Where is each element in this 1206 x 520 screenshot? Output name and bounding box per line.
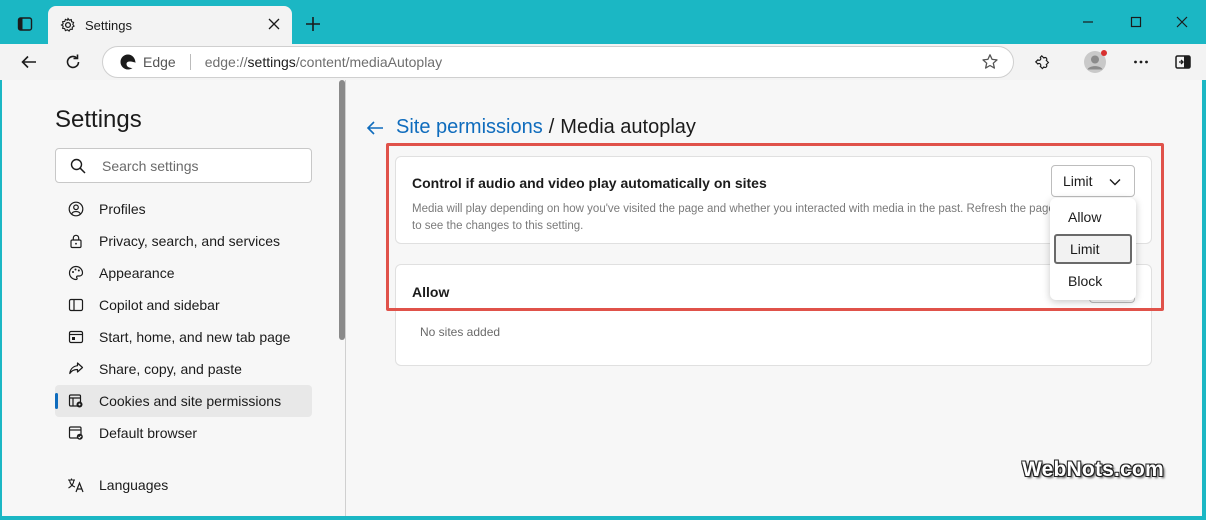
sidebar-divider (345, 80, 346, 516)
dropdown-option-block[interactable]: Block (1054, 266, 1132, 296)
sidebar-toggle-icon (1174, 53, 1192, 71)
arrow-left-icon (20, 53, 38, 71)
lock-icon (67, 232, 85, 250)
autoplay-dropdown-menu: Allow Limit Block (1050, 198, 1136, 300)
edge-logo-icon (119, 53, 137, 71)
sidebar-item-appearance[interactable]: Appearance (55, 257, 312, 289)
maximize-button[interactable] (1116, 8, 1156, 36)
url-text: edge://settings/content/mediaAutoplay (205, 54, 442, 70)
close-tab-icon[interactable] (266, 16, 282, 32)
autoplay-description: Media will play depending on how you've … (412, 203, 1055, 232)
close-window-button[interactable] (1162, 8, 1202, 36)
share-icon (67, 360, 85, 378)
chevron-down-icon (1108, 175, 1122, 189)
plus-icon (305, 16, 321, 32)
browser-icon (67, 424, 85, 442)
sidebar-item-start-home[interactable]: Start, home, and new tab page (55, 321, 312, 353)
sidebar-item-languages[interactable]: Languages (55, 469, 312, 501)
allow-heading: Allow (412, 284, 450, 300)
dropdown-option-allow[interactable]: Allow (1054, 202, 1132, 232)
minimize-icon (1082, 16, 1094, 28)
breadcrumb: Site permissions / Media autoplay (364, 116, 696, 139)
breadcrumb-separator: / (548, 116, 555, 138)
refresh-button[interactable] (58, 48, 88, 76)
cookies-icon (67, 392, 85, 410)
sidebar-item-label: Privacy, search, and services (99, 233, 281, 249)
autoplay-select-value: Limit (1063, 173, 1093, 189)
tab-settings[interactable]: Settings (48, 6, 292, 44)
autoplay-select[interactable]: Limit (1051, 165, 1135, 197)
sidebar-title: Settings (55, 106, 142, 133)
more-options-button[interactable] (1126, 48, 1156, 76)
profile-icon (67, 200, 85, 218)
sidebar-item-label: Cookies and site permissions (99, 393, 282, 409)
more-icon (1132, 53, 1150, 71)
card-divider (396, 309, 1153, 310)
profile-button[interactable] (1080, 48, 1110, 76)
url-host: settings (247, 54, 296, 70)
address-bar[interactable]: Edge edge://settings/content/mediaAutopl… (102, 46, 1014, 78)
sidebar-item-label: Start, home, and new tab page (99, 329, 291, 345)
extensions-button[interactable] (1028, 48, 1058, 76)
puzzle-icon (1034, 53, 1052, 71)
copilot-sidebar-button[interactable] (1168, 48, 1198, 76)
home-icon (67, 328, 85, 346)
sidebar-item-label: Appearance (99, 265, 175, 281)
watermark-logo: WebNots.com (1022, 458, 1164, 481)
sidebar-item-cookies[interactable]: Cookies and site permissions (55, 385, 312, 417)
settings-sidebar: Settings Search settings Profiles Privac… (2, 80, 338, 516)
settings-nav: Profiles Privacy, search, and services A… (55, 193, 312, 501)
search-placeholder: Search settings (102, 157, 199, 174)
dropdown-option-limit[interactable]: Limit (1054, 234, 1132, 264)
gear-icon (60, 17, 76, 33)
sidebar-item-default-browser[interactable]: Default browser (55, 417, 312, 449)
url-path: /content/mediaAutoplay (295, 54, 443, 70)
maximize-icon (1130, 16, 1142, 28)
new-tab-button[interactable] (300, 12, 326, 36)
sidebar-item-label: Default browser (99, 425, 198, 441)
sidebar-item-label: Copilot and sidebar (99, 297, 220, 313)
back-button[interactable] (14, 48, 44, 76)
allow-list-card: Allow No sites added (395, 264, 1153, 366)
sidebar-icon (67, 296, 85, 314)
refresh-icon (64, 53, 82, 71)
avatar-icon (1083, 50, 1107, 74)
sidebar-item-label: Languages (99, 477, 169, 493)
site-label: Edge (143, 54, 176, 70)
sidebar-item-label: Profiles (99, 201, 146, 217)
search-settings-input[interactable]: Search settings (55, 148, 312, 183)
languages-icon (67, 476, 85, 494)
autoplay-setting-card: Control if audio and video play automati… (395, 156, 1152, 244)
close-icon (1176, 16, 1188, 28)
address-separator (189, 54, 191, 70)
tab-title: Settings (85, 17, 132, 33)
title-bar: Settings (0, 0, 1206, 44)
search-icon (70, 158, 86, 174)
favorite-star-icon[interactable] (981, 53, 999, 71)
back-arrow-icon[interactable] (364, 117, 386, 139)
address-bar-row: Edge edge://settings/content/mediaAutopl… (0, 44, 1206, 80)
sidebar-item-profiles[interactable]: Profiles (55, 193, 312, 225)
settings-page: Settings Search settings Profiles Privac… (2, 80, 1202, 516)
sidebar-item-privacy[interactable]: Privacy, search, and services (55, 225, 312, 257)
palette-icon (67, 264, 85, 282)
sidebar-item-label: Share, copy, and paste (99, 361, 242, 377)
empty-state-text: No sites added (420, 325, 501, 339)
page-title: Media autoplay (560, 116, 696, 138)
minimize-button[interactable] (1068, 8, 1108, 36)
sidebar-item-copilot[interactable]: Copilot and sidebar (55, 289, 312, 321)
sidebar-item-share[interactable]: Share, copy, and paste (55, 353, 312, 385)
url-prefix: edge:// (204, 54, 248, 70)
autoplay-heading: Control if audio and video play automati… (412, 175, 767, 191)
tab-actions-icon[interactable] (12, 12, 38, 36)
breadcrumb-site-permissions[interactable]: Site permissions (396, 116, 543, 139)
